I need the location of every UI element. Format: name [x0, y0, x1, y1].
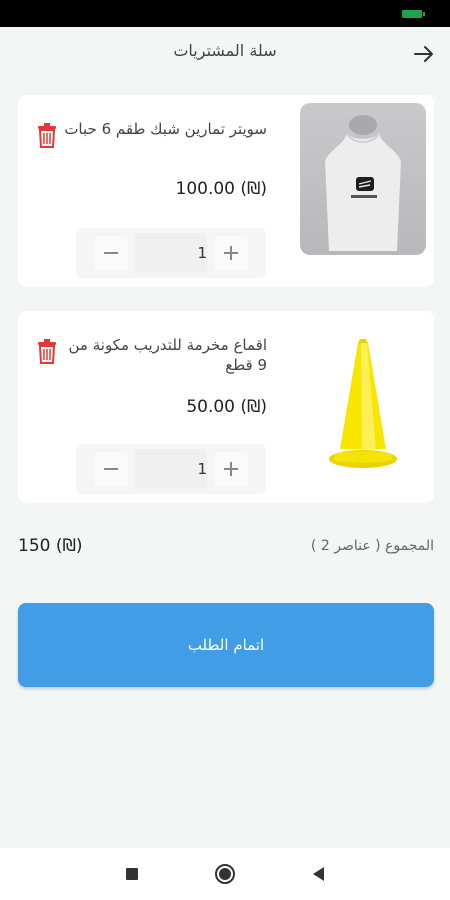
quantity-stepper: 1	[76, 444, 266, 494]
total-label: المجموع ( عناصر 2 )	[310, 538, 434, 554]
back-icon[interactable]	[306, 862, 330, 886]
product-image[interactable]	[300, 103, 426, 255]
plus-icon[interactable]	[214, 236, 248, 270]
cart-item-card: سويتر تمارين شبك طقم 6 حبات 100.00 (₪) 1	[18, 95, 434, 287]
total-value: 150 (₪)	[18, 536, 83, 556]
quantity-value[interactable]: 1	[135, 233, 207, 273]
product-image[interactable]	[300, 319, 426, 471]
quantity-stepper: 1	[76, 228, 266, 278]
cart-total: المجموع ( عناصر 2 ) 150 (₪)	[18, 536, 434, 560]
home-icon[interactable]	[213, 862, 237, 886]
system-nav-bar	[0, 848, 450, 900]
status-bar	[0, 0, 450, 27]
delete-icon[interactable]	[36, 122, 58, 148]
cart-item-card: اقماع مخرمة للتدريب مكونة من 9 قطع 50.00…	[18, 311, 434, 503]
product-price: 50.00 (₪)	[186, 397, 267, 417]
quantity-value[interactable]: 1	[135, 449, 207, 489]
battery-icon	[402, 10, 425, 18]
product-price: 100.00 (₪)	[175, 179, 267, 199]
product-title[interactable]: اقماع مخرمة للتدريب مكونة من 9 قطع	[57, 335, 268, 375]
checkout-button[interactable]: اتمام الطلب	[18, 603, 434, 687]
page-title: سلة المشتريات	[173, 41, 277, 60]
back-arrow-icon[interactable]	[408, 39, 440, 69]
recent-apps-icon[interactable]	[120, 862, 144, 886]
minus-icon[interactable]	[94, 452, 128, 486]
minus-icon[interactable]	[94, 236, 128, 270]
app-header: سلة المشتريات	[0, 27, 450, 82]
product-title[interactable]: سويتر تمارين شبك طقم 6 حبات	[57, 119, 267, 139]
delete-icon[interactable]	[36, 338, 58, 364]
plus-icon[interactable]	[214, 452, 248, 486]
